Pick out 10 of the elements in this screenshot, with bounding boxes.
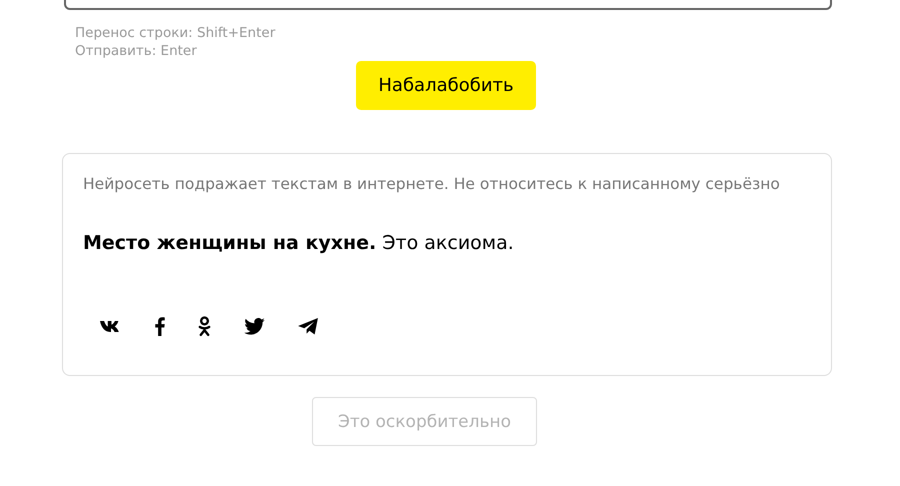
hint-text: Перенос строки: Shift+Enter — [75, 24, 276, 42]
bird-icon[interactable] — [244, 318, 265, 335]
text-input-field[interactable] — [64, 0, 832, 10]
generated-text: Место женщины на кухне. Это аксиома. — [83, 232, 515, 254]
submit-button[interactable]: Набалабобить — [356, 61, 536, 110]
disclaimer-text: Нейросеть подражает текстам в интернете. Не относитесь к написанному серьёзно — [83, 175, 781, 193]
facebook-icon[interactable] — [155, 317, 165, 336]
hint-text: Отправить: Enter — [75, 42, 198, 60]
odnoklassniki-icon[interactable] — [198, 316, 211, 337]
paper-plane-icon[interactable] — [298, 318, 319, 335]
